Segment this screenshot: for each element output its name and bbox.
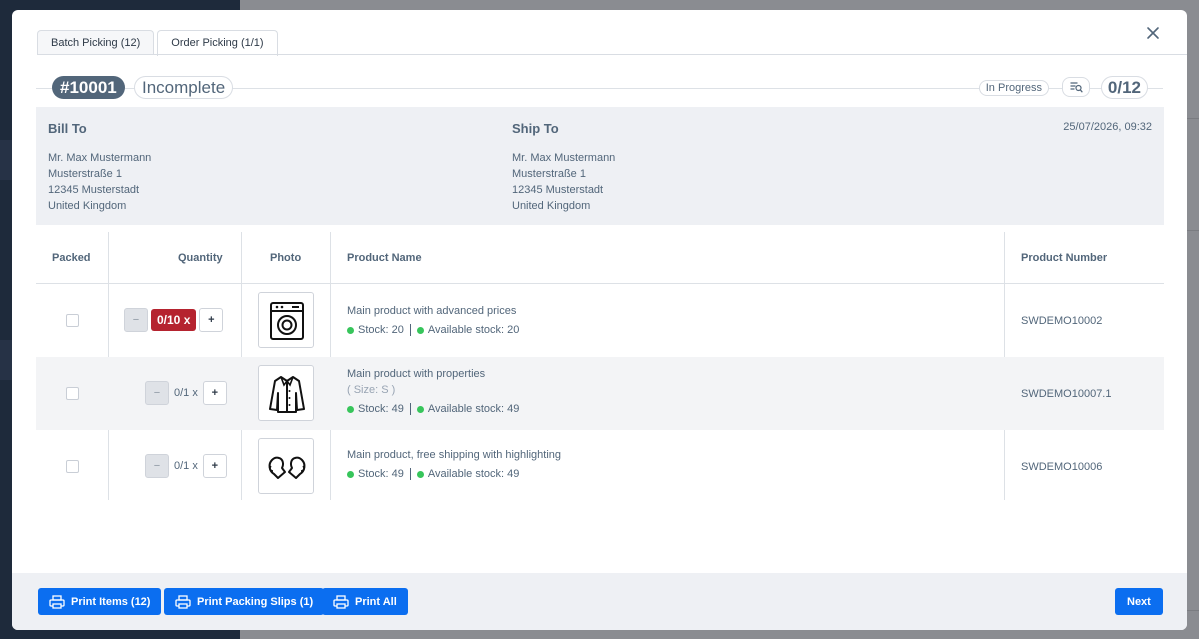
printer-icon [49,594,65,609]
mittens-icon [268,456,306,479]
print-all-button[interactable]: Print All [322,588,408,615]
table-row: − 0/1 x + Main product, free shipping wi… [36,430,1164,503]
print-items-label: Print Items (12) [71,595,151,608]
column-header-packed: Packed [52,252,91,264]
product-name: Main product with advanced prices [347,305,517,317]
order-number-badge: #10001 [52,76,125,99]
bill-to-block: Bill To Mr. Max Mustermann Musterstraße … [48,121,151,214]
quantity-value: 0/1 x [174,460,198,472]
washing-machine-icon [270,302,304,340]
pick-list-button[interactable] [1062,77,1090,97]
decrease-quantity-button[interactable]: − [145,454,169,478]
list-search-icon [1070,82,1083,93]
product-photo[interactable] [258,438,314,494]
ship-to-line: Mr. Max Mustermann [512,152,616,164]
items-table: Packed Quantity Photo Product Name Produ… [36,232,1164,503]
ship-to-line: 12345 Musterstadt [512,184,604,196]
order-picking-modal: Batch Picking (12) Order Picking (1/1) #… [12,10,1187,630]
bill-to-heading: Bill To [48,121,87,136]
ship-to-block: Ship To Mr. Max Mustermann Musterstraße … [512,121,615,214]
print-all-label: Print All [355,595,397,608]
quantity-value: 0/1 x [174,387,198,399]
product-photo[interactable] [258,292,314,348]
available-stock-status-icon [416,470,424,478]
increase-quantity-button[interactable]: + [202,381,227,405]
decrease-quantity-button[interactable]: − [124,308,148,332]
modal-footer: Print Items (12) Print Packing Slips (1)… [12,573,1187,630]
print-items-button[interactable]: Print Items (12) [38,588,162,615]
stock-info: Stock: 49 Available stock: 49 [347,403,519,415]
column-header-product-number: Product Number [1021,252,1108,264]
ship-to-line: Musterstraße 1 [512,168,586,180]
quantity-value: 0/10 x [151,309,197,331]
available-stock-status-icon [416,405,424,413]
product-info: Main product, free shipping with highlig… [347,449,561,480]
product-photo[interactable] [258,365,314,421]
stock-value: Stock: 49 [358,403,404,415]
column-header-photo: Photo [270,252,302,264]
product-number: SWDEMO10002 [1021,315,1103,327]
table-row: − 0/1 x + Main product with properties (… [36,357,1164,430]
close-icon[interactable] [1145,26,1161,42]
column-header-quantity: Quantity [178,252,223,264]
ship-to-line: United Kingdom [512,200,591,212]
quantity-stepper: − 0/10 x + [124,308,224,332]
stock-info: Stock: 20 Available stock: 20 [347,324,519,336]
tab-batch-picking[interactable]: Batch Picking (12) [37,30,155,55]
stock-value: Stock: 49 [358,468,404,480]
product-name: Main product, free shipping with highlig… [347,449,562,461]
print-packing-slips-label: Print Packing Slips (1) [197,595,314,608]
picked-count-badge: 0/12 [1100,76,1148,99]
decrease-quantity-button[interactable]: − [145,381,169,405]
product-name: Main product with properties [347,368,486,380]
available-stock-value: Available stock: 49 [427,468,520,480]
ship-to-heading: Ship To [512,121,559,136]
bill-to-line: 12345 Musterstadt [48,184,140,196]
quantity-stepper: − 0/1 x + [145,454,227,478]
stock-status-icon [347,470,354,478]
quantity-stepper: − 0/1 x + [145,381,227,405]
tab-order-picking[interactable]: Order Picking (1/1) [157,30,278,56]
printer-icon [333,594,349,609]
increase-quantity-button[interactable]: + [202,454,227,478]
progress-status-badge: In Progress [978,80,1049,96]
tab-bar: Batch Picking (12) Order Picking (1/1) [37,30,278,56]
available-stock-status-icon [416,326,424,334]
order-header: #10001 Incomplete In Progress 0/12 [36,76,1163,100]
packed-checkbox[interactable] [66,387,79,400]
stock-status-icon [347,326,354,334]
order-date: 25/07/2026, 09:32 [1063,121,1152,133]
available-stock-value: Available stock: 20 [427,324,520,336]
printer-icon [175,594,191,609]
increase-quantity-button[interactable]: + [199,308,224,332]
table-row: − 0/10 x + Main product with advanced pr… [36,284,1164,357]
column-header-product-name: Product Name [347,252,422,264]
product-info: Main product with advanced prices Stock:… [347,305,519,336]
packed-checkbox[interactable] [66,460,79,473]
product-variant: ( Size: S ) [347,384,396,396]
packed-checkbox[interactable] [66,314,79,327]
order-status-badge: Incomplete [134,76,234,99]
stock-status-icon [347,405,354,413]
product-number: SWDEMO10007.1 [1021,388,1112,400]
jacket-icon [269,376,305,413]
stock-info: Stock: 49 Available stock: 49 [347,468,561,480]
table-header: Packed Quantity Photo Product Name Produ… [36,232,1164,284]
product-info: Main product with properties ( Size: S )… [347,368,519,415]
stock-value: Stock: 20 [358,324,404,336]
product-number: SWDEMO10006 [1021,461,1103,473]
tabs-divider [37,54,1187,55]
address-panel: Bill To Mr. Max Mustermann Musterstraße … [36,107,1164,225]
bill-to-line: Musterstraße 1 [48,168,122,180]
print-packing-slips-button[interactable]: Print Packing Slips (1) [164,588,325,615]
bill-to-line: United Kingdom [48,200,127,212]
next-button[interactable]: Next [1115,588,1163,615]
available-stock-value: Available stock: 49 [427,403,520,415]
bill-to-line: Mr. Max Mustermann [48,152,152,164]
